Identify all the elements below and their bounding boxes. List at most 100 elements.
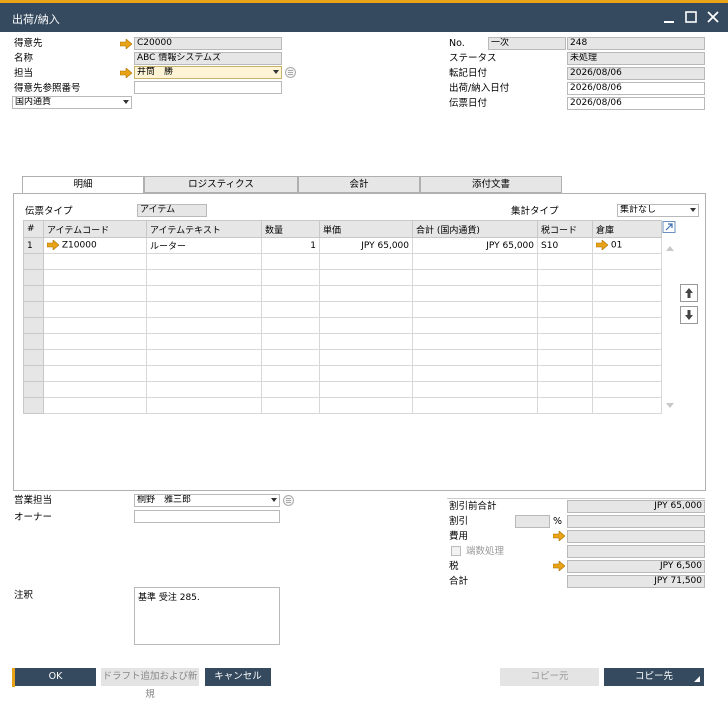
tab-contents[interactable]: 明細 [22,176,144,194]
link-arrow-icon[interactable] [553,561,565,571]
summary-type-label: 集計タイプ [511,206,559,217]
doc-date-field[interactable]: 2026/08/06 [567,97,705,110]
row-number[interactable]: 1 [23,237,44,254]
rounding-field [567,545,705,558]
doc-type-field[interactable]: アイテム [137,204,207,217]
item-text-cell[interactable]: ルーター [146,237,262,254]
delivery-date-field[interactable]: 2026/08/06 [567,82,705,95]
tab-attachments[interactable]: 添付文書 [420,176,562,193]
link-arrow-icon[interactable] [120,68,132,78]
posting-date-field[interactable]: 2026/08/06 [567,67,705,80]
col-header-qty[interactable]: 数量 [261,220,320,238]
tab-accounting[interactable]: 会計 [298,176,420,193]
owner-field[interactable] [134,510,280,523]
summary-type-select[interactable]: 集計なし [617,204,699,217]
maximize-icon[interactable] [682,8,700,26]
tax-cell[interactable]: S10 [537,237,593,254]
currency-value: 国内通貨 [15,97,52,107]
move-row-down-button[interactable] [680,306,698,324]
warehouse-cell[interactable]: 01 [592,237,662,254]
list-icon[interactable] [283,495,294,506]
tax-field: JPY 6,500 [567,560,705,573]
table-row[interactable] [23,253,662,270]
total-cell[interactable]: JPY 65,000 [412,237,538,254]
copy-from-button[interactable]: コピー元 [500,668,599,686]
expand-icon[interactable] [662,221,676,233]
sales-employee-value: 桐野 雅三郎 [137,495,192,505]
link-arrow-icon[interactable] [553,531,565,541]
series-field[interactable]: 一次 [488,37,566,50]
copy-to-button[interactable]: コピー先 [604,668,704,686]
col-header-total[interactable]: 合計 (国内通貨) [412,220,538,238]
warehouse-value: 01 [610,240,623,251]
name-field[interactable]: ABC 情報システムズ [134,52,282,65]
move-row-up-button[interactable] [680,284,698,302]
corner-arrow-icon [694,676,700,682]
contact-value: 井筒 勝 [137,67,174,77]
arrow-down-icon [685,310,693,320]
table-row[interactable] [23,301,662,318]
link-arrow-icon[interactable] [596,240,608,251]
table-row[interactable] [23,381,662,398]
link-arrow-icon[interactable] [47,240,59,251]
table-row[interactable] [23,269,662,286]
scroll-down-icon[interactable] [664,400,676,412]
items-grid: # アイテムコード アイテムテキスト 数量 単価 合計 (国内通貨) 税コード … [23,220,662,414]
posting-date-label: 転記日付 [449,68,488,79]
ok-button[interactable]: OK [15,668,96,686]
rounding-checkbox[interactable] [451,546,461,556]
freight-label: 費用 [449,531,469,542]
col-header-price[interactable]: 単価 [319,220,413,238]
ref-field[interactable] [134,81,282,94]
list-icon[interactable] [285,67,296,78]
col-header-num[interactable]: # [23,220,44,238]
name-label: 名称 [14,53,34,64]
arrow-up-icon [685,288,693,298]
sales-employee-label: 営業担当 [14,495,53,506]
remarks-textarea[interactable]: 基準 受注 285. [134,587,280,645]
item-code-cell[interactable]: Z10000 [43,237,147,254]
chevron-down-icon [123,100,129,104]
minimize-icon[interactable] [660,8,678,26]
discount-percent-field[interactable] [515,515,550,528]
scroll-up-icon[interactable] [664,242,676,254]
owner-label: オーナー [14,512,53,523]
copy-to-label: コピー先 [634,671,673,682]
table-row[interactable] [23,317,662,334]
ref-label: 得意先参照番号 [14,83,81,94]
table-row[interactable] [23,285,662,302]
total-field: JPY 71,500 [567,575,705,588]
link-arrow-icon[interactable] [120,39,132,49]
window-title: 出荷/納入 [12,13,60,26]
customer-field[interactable]: C20000 [134,37,282,50]
table-row[interactable] [23,397,662,414]
add-draft-button[interactable]: ドラフト追加および新規 [101,668,199,700]
customer-label: 得意先 [14,38,43,49]
close-icon[interactable] [704,8,722,26]
table-row[interactable]: 1 Z10000 ルーター 1 JPY 65,000 JPY 65,000 S1… [23,237,662,254]
status-field: 未処理 [567,52,705,65]
item-code-value: Z10000 [61,240,97,251]
qty-cell[interactable]: 1 [261,237,320,254]
price-cell[interactable]: JPY 65,000 [319,237,413,254]
title-bar: 出荷/納入 [0,0,728,32]
doc-date-label: 伝票日付 [449,98,488,109]
discount-amount-field[interactable] [567,515,705,528]
doc-number-field[interactable]: 248 [567,37,705,50]
table-row[interactable] [23,365,662,382]
currency-select[interactable]: 国内通貨 [12,96,132,109]
col-header-tax[interactable]: 税コード [537,220,593,238]
col-header-item-text[interactable]: アイテムテキスト [146,220,262,238]
col-header-warehouse[interactable]: 倉庫 [592,220,662,238]
before-discount-field: JPY 65,000 [567,500,705,513]
sales-employee-select[interactable]: 桐野 雅三郎 [134,494,280,507]
tab-logistics[interactable]: ロジスティクス [144,176,298,193]
grid-header-row: # アイテムコード アイテムテキスト 数量 単価 合計 (国内通貨) 税コード … [23,220,662,238]
col-header-item-code[interactable]: アイテムコード [43,220,147,238]
cancel-button[interactable]: キャンセル [205,668,271,686]
table-row[interactable] [23,333,662,350]
table-row[interactable] [23,349,662,366]
contact-select[interactable]: 井筒 勝 [134,66,282,79]
rounding-label: 端数処理 [466,546,505,557]
freight-field[interactable] [567,530,705,543]
